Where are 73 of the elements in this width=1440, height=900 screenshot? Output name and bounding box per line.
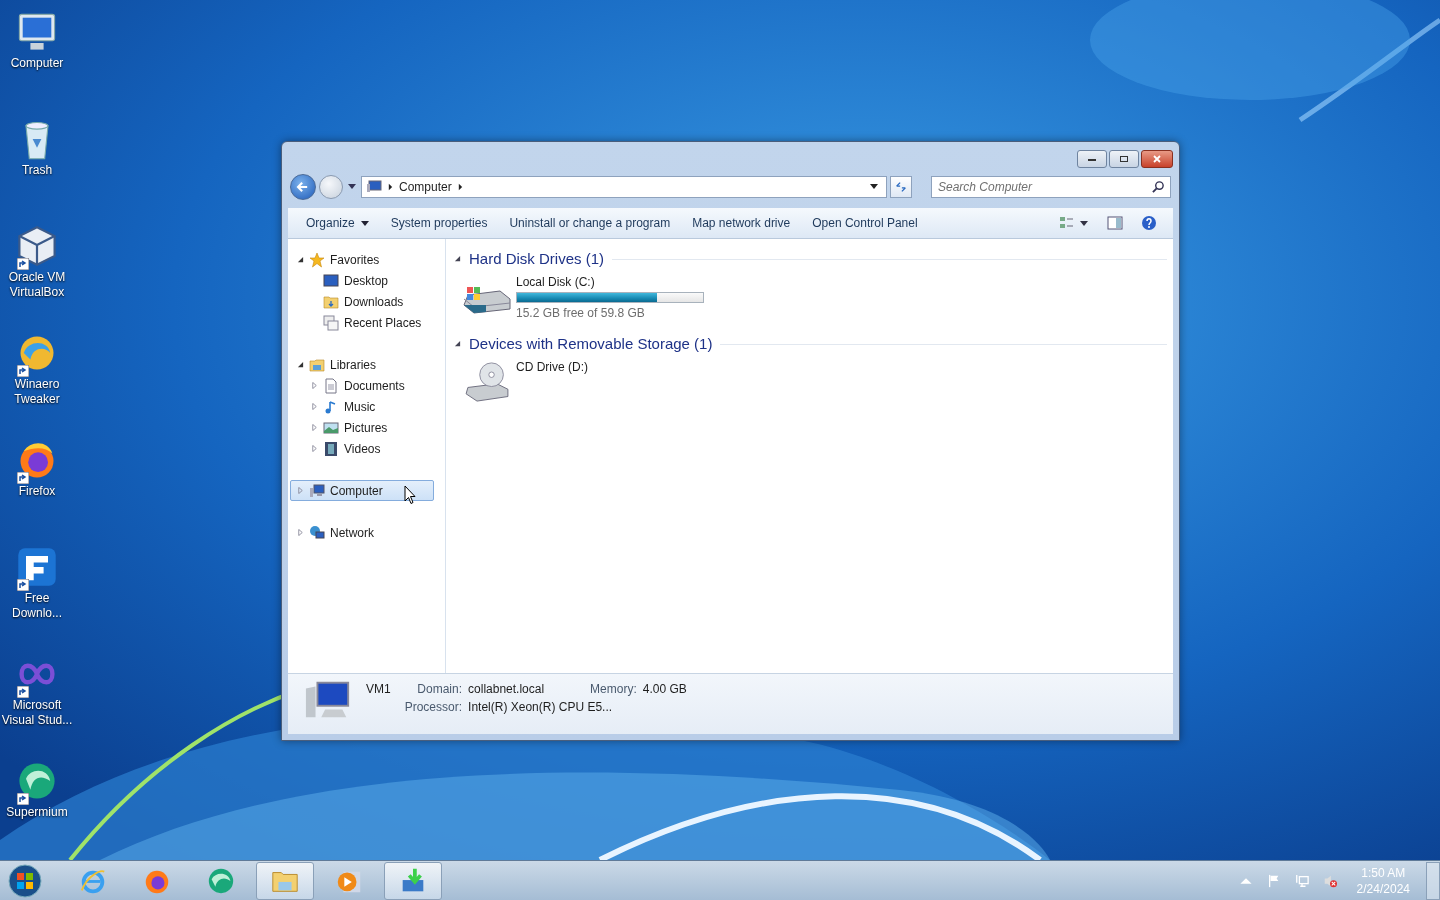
tree-item[interactable]: Recent Places: [290, 312, 434, 333]
film-strip-icon: [323, 440, 339, 457]
collapse-arrow-icon[interactable]: [454, 339, 461, 347]
tree-item[interactable]: Computer: [290, 480, 434, 501]
desktop-icon-label[interactable]: Firefox: [0, 484, 74, 499]
toolbar-button[interactable]: System properties: [382, 212, 496, 234]
desktop-icon-label[interactable]: Trash: [0, 163, 74, 178]
dropdown-arrow-icon[interactable]: [870, 184, 878, 190]
maximize-button[interactable]: [1109, 150, 1139, 168]
computer-icon: [309, 482, 325, 499]
chevron-icon: [457, 183, 463, 191]
mouse-pointer-icon: [404, 485, 416, 505]
tree-item[interactable]: Desktop: [290, 270, 434, 291]
folder-icon: [323, 293, 339, 310]
toolbar-button[interactable]: Organize: [298, 212, 377, 234]
cd-drive-icon[interactable]: [462, 362, 512, 402]
tree-item[interactable]: Music: [290, 396, 434, 417]
field-label: Memory:: [590, 682, 637, 696]
tree-item[interactable]: Videos: [290, 438, 434, 459]
expander-icon[interactable]: [297, 256, 304, 263]
breadcrumb[interactable]: Computer: [399, 180, 452, 194]
tree-item[interactable]: Pictures: [290, 417, 434, 438]
desktop-icon-label[interactable]: Microsoft Visual Stud...: [0, 698, 74, 728]
group-header[interactable]: Devices with Removable Storage (1): [469, 334, 713, 352]
group-header[interactable]: Hard Disk Drives (1): [469, 249, 604, 267]
field-label: Domain:: [416, 682, 463, 696]
speaker-muted-icon[interactable]: [1322, 873, 1337, 888]
search-icon: [1152, 180, 1165, 193]
toolbar-button[interactable]: Open Control Panel: [804, 212, 926, 234]
collapse-arrow-icon[interactable]: [454, 254, 461, 262]
view-list-icon: [1059, 216, 1089, 230]
refresh-icon: [894, 180, 908, 194]
tree-item[interactable]: Libraries: [290, 354, 434, 375]
picture-frame-icon: [323, 419, 339, 436]
expander-icon[interactable]: [297, 361, 304, 368]
help-icon: [1141, 215, 1157, 231]
field-value: 4.00 GB: [642, 682, 688, 696]
drive-name[interactable]: CD Drive (D:): [516, 360, 588, 374]
monitor-icon: [323, 272, 339, 289]
tree-item[interactable]: Documents: [290, 375, 434, 396]
tree-item[interactable]: Network: [290, 522, 434, 543]
computer-icon: [366, 180, 382, 194]
search-field[interactable]: Search Computer: [931, 176, 1171, 198]
desktop-icon-label[interactable]: Supermium: [0, 805, 74, 820]
drive-name[interactable]: Local Disk (C:): [516, 275, 704, 289]
close-icon: [1152, 155, 1162, 163]
dropdown-arrow-icon[interactable]: [348, 184, 356, 190]
tree-item[interactable]: Downloads: [290, 291, 434, 312]
back-button[interactable]: [290, 174, 316, 200]
desktop-icon-label[interactable]: Free Downlo...: [0, 591, 74, 621]
field-value: collabnet.local: [468, 682, 546, 696]
network-icon: [309, 524, 325, 541]
field-value: Intel(R) Xeon(R) CPU E5...: [468, 700, 614, 714]
chevron-icon: [388, 183, 393, 191]
desktop-icon-label[interactable]: Computer: [0, 56, 74, 71]
document-icon: [323, 377, 339, 394]
toolbar-button[interactable]: Uninstall or change a program: [501, 212, 679, 234]
desktop-icon-label[interactable]: Oracle VM VirtualBox: [0, 270, 74, 300]
window-stack-icon: [323, 314, 339, 331]
minimize-button[interactable]: [1077, 150, 1107, 168]
refresh-button[interactable]: [890, 176, 912, 198]
free-space-text: 15.2 GB free of 59.8 GB: [516, 306, 646, 320]
cube-icon[interactable]: [15, 224, 59, 268]
desktop-icon-label[interactable]: Winaero Tweaker: [0, 377, 74, 407]
field-label: Processor:: [404, 700, 463, 714]
computer-name: VM1: [366, 682, 392, 696]
close-button[interactable]: [1141, 150, 1173, 168]
pane-icon: [1107, 215, 1123, 231]
toolbar-button[interactable]: Map network drive: [684, 212, 799, 234]
maximize-icon: [1119, 155, 1129, 163]
tree-item[interactable]: Favorites: [290, 249, 434, 270]
star-icon: [309, 251, 325, 268]
address-bar[interactable]: Computer: [361, 176, 887, 198]
